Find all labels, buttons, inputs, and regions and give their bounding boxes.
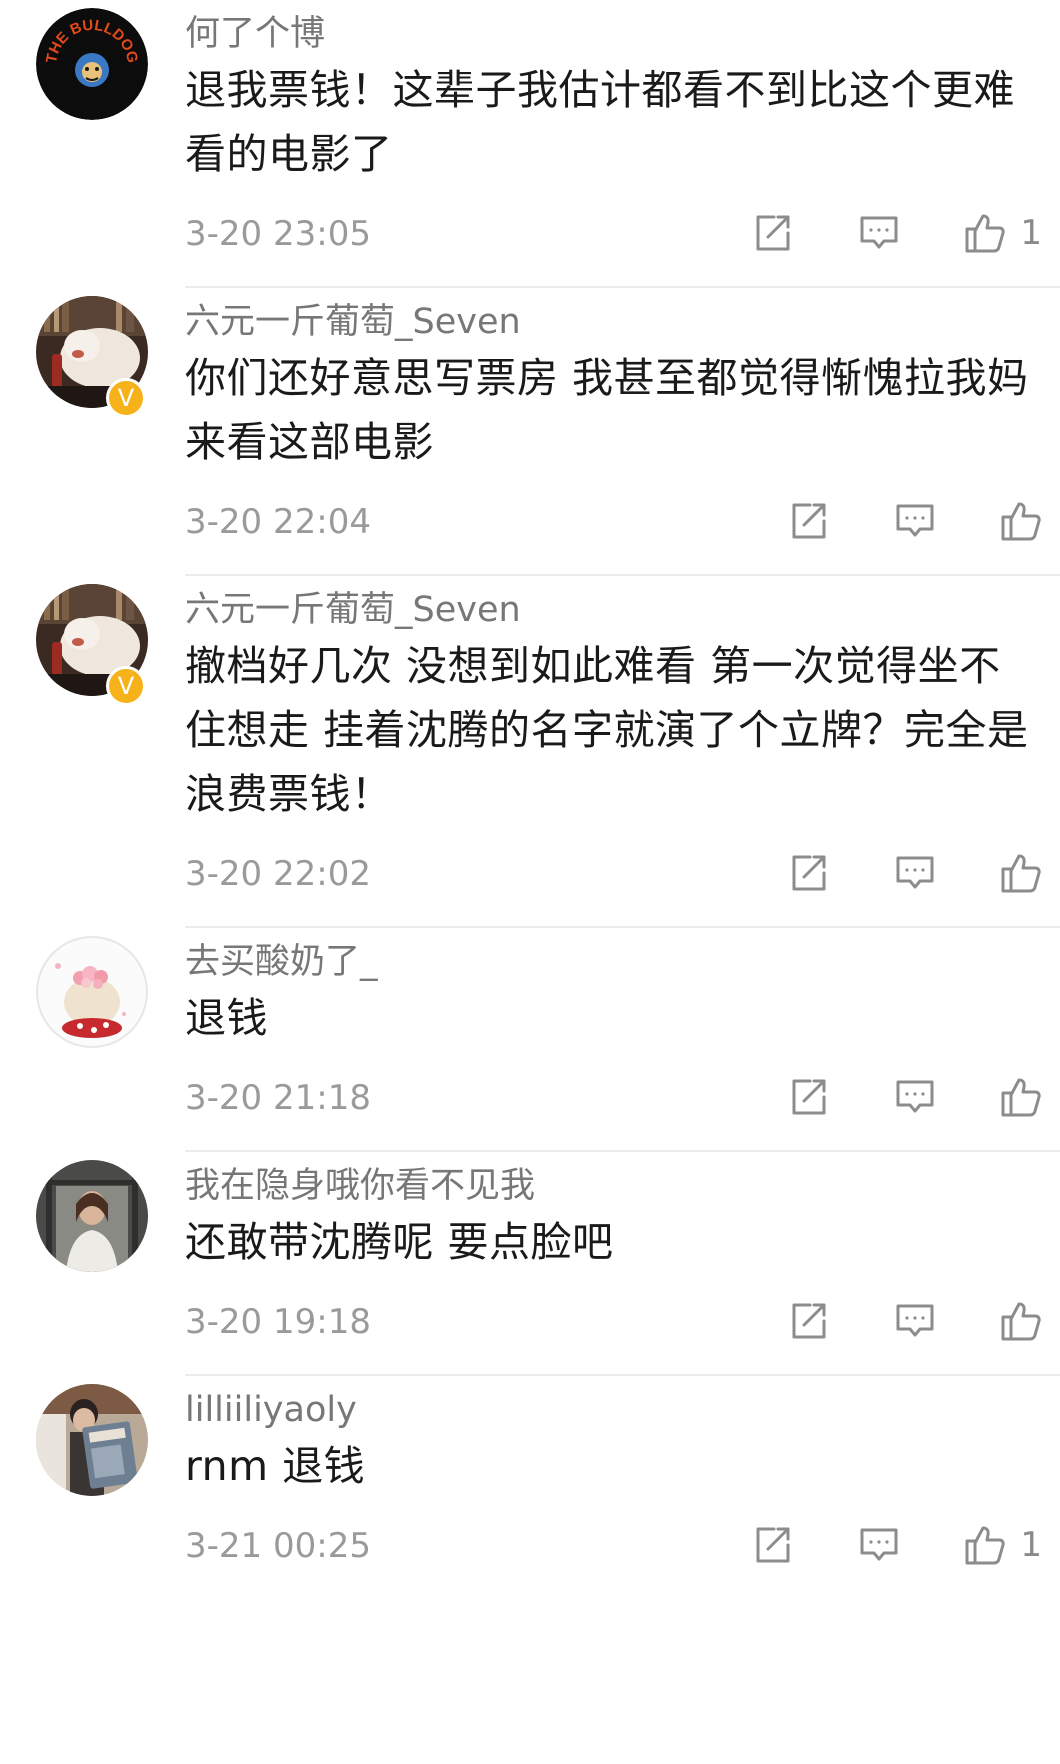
repost-icon [792,855,826,891]
avatar[interactable] [36,1384,148,1496]
comment-button[interactable] [896,503,934,539]
avatar[interactable]: THE BULLDOG [36,8,148,120]
comment-button[interactable] [896,1079,934,1115]
thumbs-up-icon [1001,854,1041,893]
username[interactable]: 我在隐身哦你看不见我 [185,1164,1042,1208]
like-button[interactable] [1000,1300,1042,1342]
timestamp: 3-21 00:25 [185,1526,371,1566]
comment-meta: 3-20 23:05 1 [185,192,1042,288]
avatar[interactable] [36,936,148,1048]
comment-icon [860,1528,898,1561]
like-button[interactable] [1000,500,1042,542]
comment-actions [790,1072,1042,1122]
repost-icon [756,1527,790,1563]
thumbs-up-icon [1001,1078,1041,1117]
comment-text: 你们还好意思写票房 我甚至都觉得惭愧拉我妈来看这部电影 [185,354,1029,466]
comment-meta: 3-20 19:18 [185,1280,1042,1376]
comment-button[interactable] [896,1303,934,1339]
comment-list: THE BULLDOG 何了个博 退我票钱！这辈子我估计都看不到比这个更难看的电… [0,0,1060,1600]
comment-item: V 六元一斤葡萄_Seven 你们还好意思写票房 我甚至都觉得惭愧拉我妈来看这部… [0,288,1060,576]
thumbs-up-icon [965,214,1006,253]
repost-button[interactable] [754,215,792,251]
repost-button[interactable] [790,855,828,891]
avatar[interactable] [36,1160,148,1272]
comment-actions [790,848,1042,898]
thumbs-up-icon [965,1526,1006,1565]
repost-button[interactable] [790,1303,828,1339]
comment-icon [896,504,934,537]
comment-item: V 六元一斤葡萄_Seven 撤档好几次 没想到如此难看 第一次觉得坐不住想走 … [0,576,1060,928]
username[interactable]: 六元一斤葡萄_Seven [185,588,1042,632]
like-button[interactable] [1000,852,1042,894]
repost-button[interactable] [790,1079,828,1115]
comment-meta: 3-21 00:25 1 [185,1504,1042,1600]
timestamp: 3-20 22:02 [185,854,371,894]
repost-icon [792,1079,826,1115]
comment-actions [790,496,1042,546]
repost-button[interactable] [754,1527,792,1563]
comment-icon [896,1080,934,1113]
comment-meta: 3-20 21:18 [185,1056,1042,1152]
like-button[interactable]: 1 [964,212,1042,254]
timestamp: 3-20 23:05 [185,214,371,254]
verified-v-icon: V [106,666,146,706]
username[interactable]: 六元一斤葡萄_Seven [185,300,1042,344]
repost-icon [792,503,826,539]
comment-button[interactable] [860,215,898,251]
timestamp: 3-20 22:04 [185,502,371,542]
comment-icon [896,1304,934,1337]
repost-icon [756,215,790,251]
username[interactable]: 去买酸奶了_ [185,940,1042,984]
comment-item: 去买酸奶了_ 退钱 3-20 21:18 [0,928,1060,1152]
comment-meta: 3-20 22:02 [185,832,1042,928]
repost-icon [792,1303,826,1339]
comment-actions: 1 [754,208,1042,258]
comment-item: 我在隐身哦你看不见我 还敢带沈腾呢 要点脸吧 3-20 19:18 [0,1152,1060,1376]
comment-meta: 3-20 22:04 [185,480,1042,576]
like-button[interactable] [1000,1076,1042,1118]
comment-icon [896,856,934,889]
comment-text: 退钱 [185,994,268,1042]
timestamp: 3-20 19:18 [185,1302,371,1342]
comment-icon [860,216,898,249]
comment-button[interactable] [860,1527,898,1563]
like-button[interactable]: 1 [964,1524,1042,1566]
username[interactable]: 何了个博 [185,12,1042,56]
comment-text: 退我票钱！这辈子我估计都看不到比这个更难看的电影了 [185,66,1015,178]
comment-text: 还敢带沈腾呢 要点脸吧 [185,1218,614,1266]
like-count: 1 [1020,1525,1042,1565]
comment-text: 撤档好几次 没想到如此难看 第一次觉得坐不住想走 挂着沈腾的名字就演了个立牌？完… [185,642,1029,818]
verified-v-icon: V [106,378,146,418]
comment-actions: 1 [754,1520,1042,1570]
comment-item: THE BULLDOG 何了个博 退我票钱！这辈子我估计都看不到比这个更难看的电… [0,0,1060,288]
username[interactable]: lilliiliyaoly [185,1388,1042,1432]
comment-item: lilliiliyaoly rnm 退钱 3-21 00:25 1 [0,1376,1060,1600]
repost-button[interactable] [790,503,828,539]
thumbs-up-icon [1001,502,1041,541]
like-count: 1 [1020,213,1042,253]
comment-button[interactable] [896,855,934,891]
timestamp: 3-20 21:18 [185,1078,371,1118]
thumbs-up-icon [1001,1302,1041,1341]
comment-actions [790,1296,1042,1346]
comment-text: rnm 退钱 [185,1442,366,1490]
